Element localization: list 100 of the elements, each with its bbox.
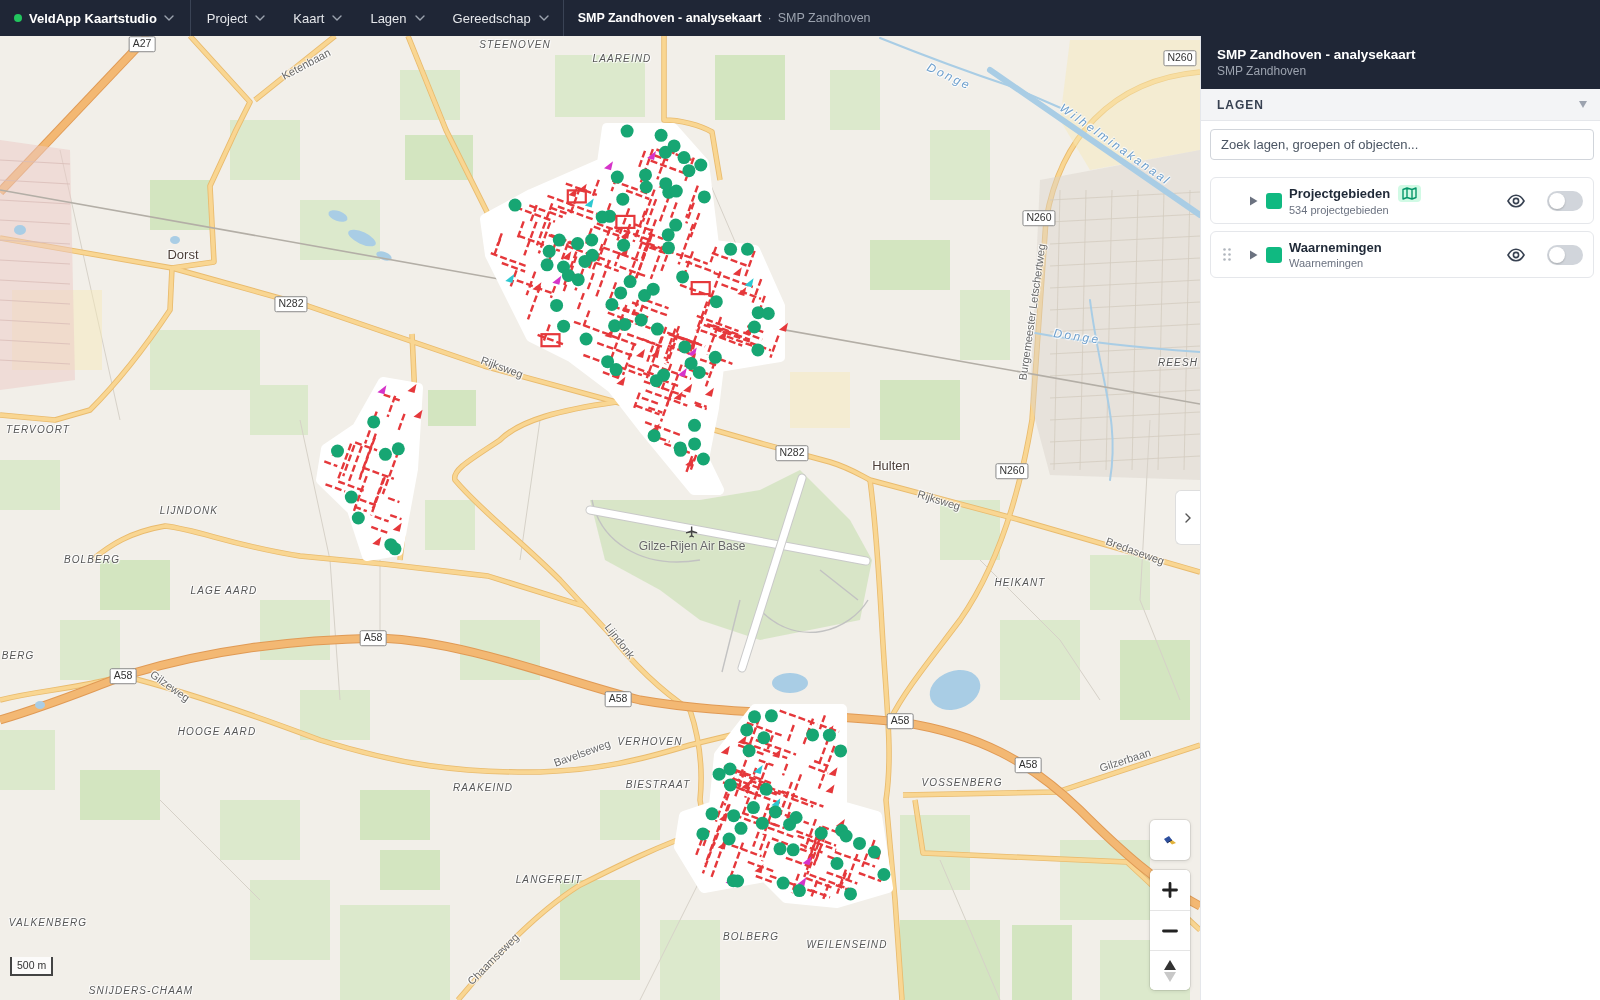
field [428, 390, 476, 426]
place-label: BOLBERG [722, 930, 780, 942]
road-number-sign: N282 [775, 445, 809, 461]
place-label: LIJNDONK [159, 504, 219, 516]
pond [376, 251, 392, 261]
place-label: WEILENSEIND [806, 938, 888, 950]
app-menu-button[interactable]: VeldApp Kaartstudio [0, 0, 190, 36]
menu-button[interactable]: Gereedschap [438, 0, 563, 36]
compass-icon [1164, 959, 1176, 982]
road-number-sign: A58 [886, 713, 914, 729]
field [830, 70, 880, 130]
zoom-in-button[interactable] [1150, 870, 1190, 910]
field [0, 460, 60, 510]
pond [772, 673, 808, 693]
layer-name: Projectgebieden [1289, 186, 1391, 201]
road-number-sign: A58 [1014, 757, 1042, 773]
field [600, 790, 660, 840]
layer-name: Waarnemingen [1289, 240, 1382, 255]
place-label: VERHOVEN [617, 735, 683, 747]
road-number-sign: N260 [1163, 50, 1197, 66]
color-swatch-icon [1266, 246, 1282, 263]
expand-caret-icon[interactable] [1249, 195, 1258, 206]
field [425, 500, 475, 550]
color-swatch-icon [1266, 192, 1282, 209]
breadcrumb-separator: · [767, 11, 772, 25]
menu-button[interactable]: Kaart [279, 0, 357, 36]
airport-label: Gilze-Rijen Air Base [638, 539, 746, 554]
chevron-right-icon [1185, 512, 1191, 523]
road-number-sign: N260 [1022, 210, 1056, 226]
place-label: Hulten [872, 458, 910, 474]
tilted-plane-icon [1163, 835, 1177, 845]
document-title: SMP Zandhoven - analysekaart [577, 11, 762, 25]
toggle-switch[interactable] [1547, 244, 1583, 265]
menu-button[interactable]: Project [192, 0, 280, 36]
pond [35, 701, 45, 709]
place-label: VALKENBERG [8, 916, 88, 928]
tilt-view-button[interactable] [1150, 820, 1190, 860]
place-label: BERG [1, 649, 35, 661]
place-label: HEIKANT [994, 576, 1046, 588]
field [405, 135, 473, 180]
road-number-sign: A58 [109, 668, 137, 684]
chevron-down-icon [255, 15, 266, 21]
chevron-down-icon [538, 15, 549, 21]
place-label: Dorst [167, 247, 199, 263]
search-field[interactable]: Zoek lagen, groepen of objecten... [1210, 129, 1594, 160]
minus-icon [1162, 928, 1178, 933]
document-subtitle: SMP Zandhoven [777, 11, 871, 25]
panel-subtitle: SMP Zandhoven [1217, 64, 1308, 79]
place-label: SNIJDERS-CHAAM [88, 984, 194, 996]
field [400, 70, 460, 120]
drag-handle-icon[interactable] [1223, 248, 1231, 261]
place-label: LAAREIND [592, 52, 652, 64]
field [715, 55, 785, 120]
field [0, 730, 55, 790]
pond [170, 236, 180, 244]
pond [14, 225, 26, 235]
pond [348, 229, 376, 247]
field [380, 850, 440, 890]
status-dot-icon [14, 14, 22, 22]
eye-icon[interactable] [1507, 247, 1525, 262]
field [360, 790, 430, 840]
field [960, 290, 1010, 360]
chevron-down-icon [163, 15, 174, 21]
road-number-sign: A58 [359, 630, 387, 646]
road-number-sign: A27 [128, 36, 156, 52]
road-number-sign: A58 [604, 691, 632, 707]
road-number-sign: N260 [995, 463, 1029, 479]
airplane-icon [686, 526, 698, 539]
place-label: RAAKEIND [453, 781, 513, 793]
field [250, 385, 308, 435]
panel-title: SMP Zandhoven - analysekaart [1217, 46, 1417, 63]
expand-caret-icon[interactable] [1249, 249, 1258, 260]
reset-north-button[interactable] [1150, 950, 1190, 990]
chevron-down-icon [414, 15, 425, 21]
road-number-sign: N282 [274, 296, 308, 312]
field [230, 120, 300, 180]
layer-detail: 534 projectgebieden [1289, 204, 1390, 216]
place-label: LAGE AARD [190, 584, 258, 596]
place-label: TERVOORT [6, 423, 70, 435]
field [150, 180, 210, 230]
place-label: VOSSENBERG [921, 776, 1003, 788]
menu-button[interactable]: Lagen [356, 0, 439, 36]
field [930, 130, 990, 200]
place-label: LANGEREIT [515, 873, 583, 885]
layer-detail: Waarnemingen [1289, 257, 1365, 269]
place-label: REESH [1158, 356, 1198, 368]
lake [929, 670, 981, 710]
section-header[interactable]: LAGEN [1201, 89, 1600, 121]
place-label: BIESTRAAT [625, 778, 691, 790]
place-label: BOLBERG [63, 553, 121, 565]
eye-icon[interactable] [1507, 193, 1525, 208]
place-label: HOOGE AARD [177, 725, 257, 737]
place-label: STEENOVEN [479, 38, 551, 50]
pond [328, 210, 348, 222]
water-label: Donge [1052, 327, 1102, 347]
toggle-switch[interactable] [1547, 190, 1583, 211]
plus-icon [1162, 882, 1178, 898]
scale-bar: 500 m [10, 957, 53, 976]
chevron-down-icon [332, 15, 343, 21]
field [300, 690, 370, 740]
